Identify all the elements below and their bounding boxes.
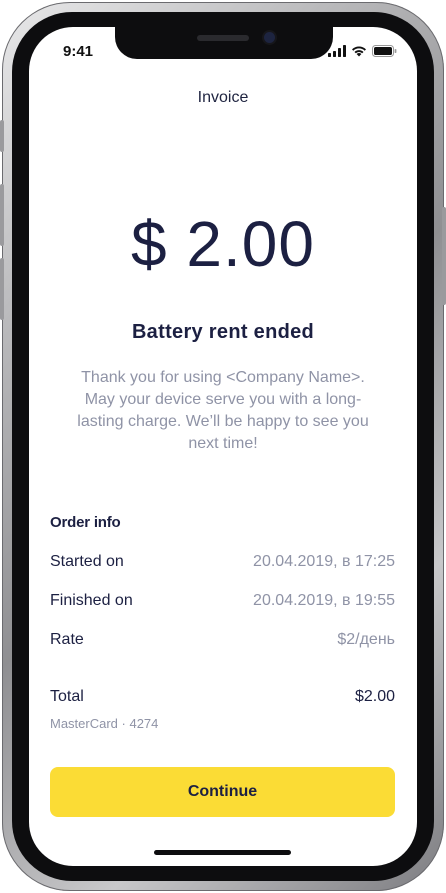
order-row-label: Rate [50, 631, 84, 648]
mute-switch [0, 120, 4, 152]
total-label: Total [50, 688, 84, 705]
signal-icon [328, 44, 346, 62]
order-row-started: Started on 20.04.2019, в 17:25 [50, 553, 395, 571]
thank-you-message: Thank you for using <Company Name>. May … [77, 369, 369, 452]
status-time: 9:41 [63, 43, 94, 60]
volume-up-button [0, 184, 4, 246]
status-icons [328, 44, 397, 62]
total-row: Total $2.00 [50, 688, 395, 706]
payment-card-info: MasterCard · 4274 [50, 716, 159, 731]
order-row-label: Started on [50, 553, 124, 570]
battery-icon [372, 44, 397, 62]
speaker-grille [197, 35, 249, 41]
order-row-label: Finished on [50, 592, 133, 609]
order-row-rate: Rate $2/день [50, 631, 395, 649]
power-button [442, 207, 446, 305]
invoice-headline: Battery rent ended [131, 321, 315, 343]
home-indicator[interactable] [154, 850, 291, 855]
wifi-icon [351, 44, 367, 62]
screen: 9:41 Invoice $ 2.00 Battery rent ended T… [29, 27, 417, 866]
total-value: $2.00 [354, 688, 395, 705]
order-row-finished: Finished on 20.04.2019, в 19:55 [50, 592, 395, 610]
order-row-value: 20.04.2019, в 17:25 [253, 553, 395, 570]
order-row-value: 20.04.2019, в 19:55 [253, 592, 395, 609]
order-info-title: Order info [50, 514, 121, 531]
front-camera [264, 32, 275, 43]
continue-button[interactable]: Continue [50, 767, 395, 817]
order-row-value: $2/день [337, 631, 395, 648]
notch [115, 27, 333, 59]
volume-down-button [0, 258, 4, 320]
invoice-amount: $ 2.00 [131, 208, 315, 280]
page-title: Invoice [197, 89, 249, 106]
